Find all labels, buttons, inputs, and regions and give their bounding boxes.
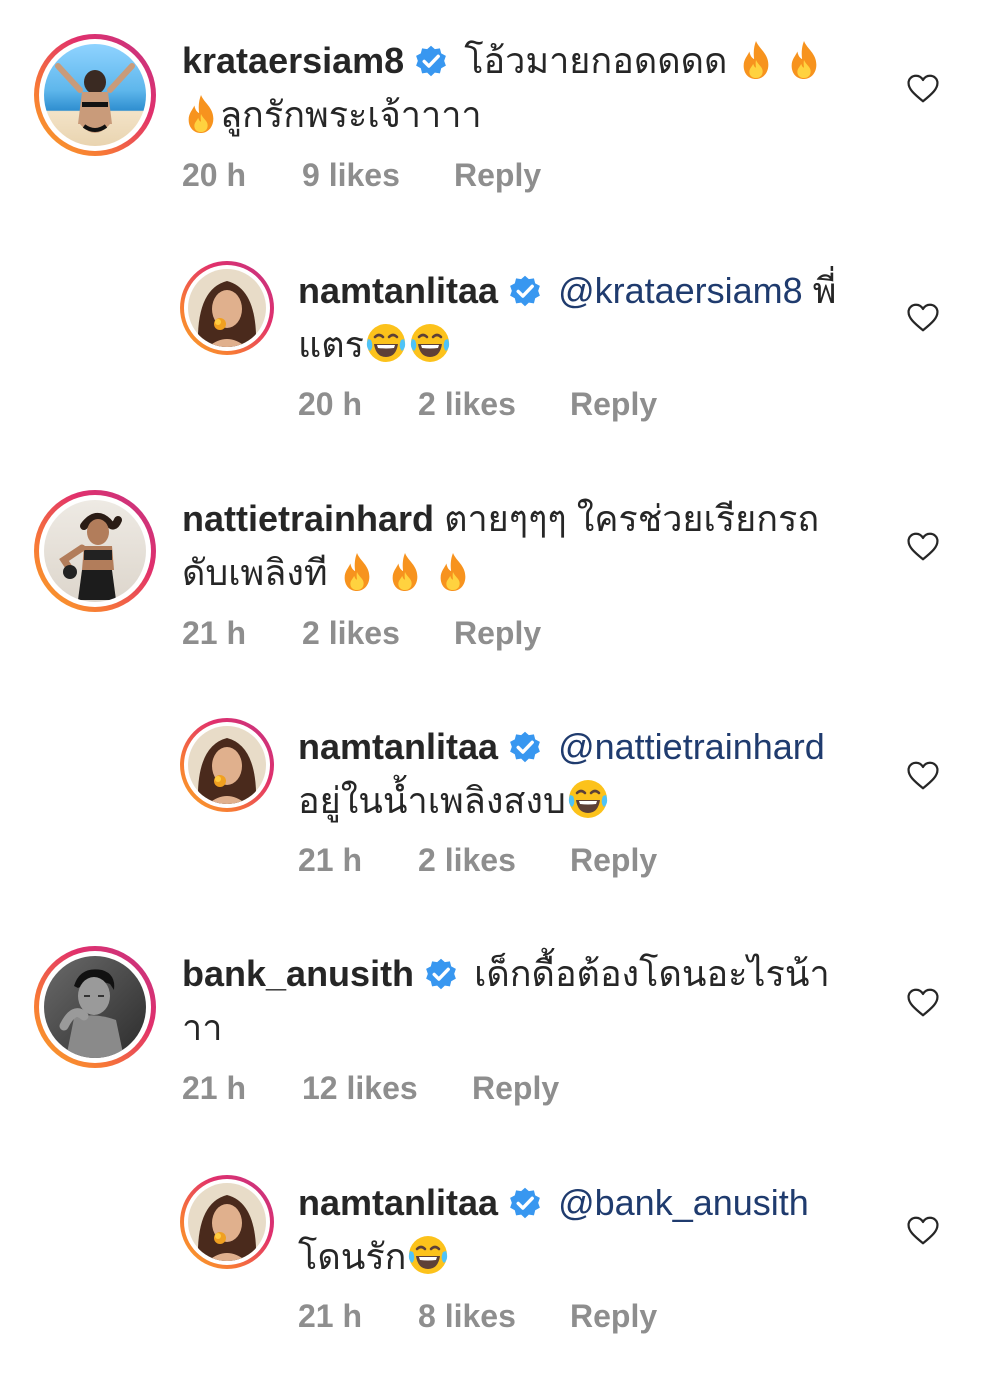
comment-body: namtanlitaa @bank_anusith โดนรัก	[298, 1176, 880, 1284]
reply-button[interactable]: Reply	[570, 386, 657, 423]
fire-emoji	[785, 39, 823, 81]
verified-badge-icon	[414, 44, 448, 78]
fire-emoji	[182, 93, 220, 135]
comment-text: าา	[182, 1007, 223, 1048]
reply-button[interactable]: Reply	[454, 157, 541, 194]
avatar[interactable]	[34, 490, 156, 612]
comment-item: namtanlitaa @krataersiam8 พี่ แตร 20 h 2 …	[0, 230, 1000, 455]
timestamp: 21 h	[182, 615, 247, 651]
comment-text: โอ้วมายกอดดดด	[464, 40, 728, 81]
heart-outline-icon[interactable]	[906, 987, 940, 1018]
avatar[interactable]	[180, 718, 274, 812]
laughing-emoji	[364, 321, 408, 365]
like-count[interactable]: 12 likes	[302, 1070, 472, 1107]
timestamp: 21 h	[298, 1298, 363, 1334]
timestamp: 21 h	[298, 842, 363, 878]
timestamp: 20 h	[182, 157, 247, 193]
username[interactable]: krataersiam8	[182, 40, 404, 81]
laughing-emoji	[406, 1233, 450, 1277]
avatar[interactable]	[34, 946, 156, 1068]
username[interactable]: nattietrainhard	[182, 498, 434, 539]
mention-link[interactable]: @nattietrainhard	[558, 726, 825, 767]
comment-text: แตร	[298, 324, 364, 365]
timestamp: 21 h	[182, 1070, 247, 1106]
like-count[interactable]: 8 likes	[418, 1298, 570, 1335]
like-count[interactable]: 2 likes	[302, 615, 454, 652]
avatar[interactable]	[34, 34, 156, 156]
like-count[interactable]: 2 likes	[418, 386, 570, 423]
username[interactable]: namtanlitaa	[298, 270, 498, 311]
comment-body: namtanlitaa @krataersiam8 พี่ แตร	[298, 264, 880, 372]
comment-meta: 21 h 12 likes Reply	[182, 1070, 559, 1107]
fire-emoji	[434, 551, 472, 593]
mention-link[interactable]: @krataersiam8	[558, 270, 803, 311]
comment-text: โดนรัก	[298, 1236, 407, 1277]
comment-meta: 21 h 2 likes Reply	[298, 842, 657, 879]
verified-badge-icon	[508, 274, 542, 308]
verified-badge-icon	[424, 957, 458, 991]
comment-body: nattietrainhard ตายๆๆๆ ใครช่วยเรียกรถ ดั…	[182, 492, 880, 600]
comment-item: krataersiam8 โอ้วมายกอดดดด ลูกรักพระเจ้า…	[0, 0, 1000, 225]
avatar[interactable]	[180, 1175, 274, 1269]
comment-text: อยู่ในน้ำเพลิงสงบ	[298, 780, 566, 821]
laughing-emoji	[408, 321, 452, 365]
comment-item: namtanlitaa @nattietrainhard อยู่ในน้ำเพ…	[0, 690, 1000, 915]
comment-meta: 21 h 8 likes Reply	[298, 1298, 657, 1335]
reply-button[interactable]: Reply	[454, 615, 541, 652]
timestamp: 20 h	[298, 386, 363, 422]
laughing-emoji	[566, 777, 610, 821]
comment-meta: 20 h 9 likes Reply	[182, 157, 541, 194]
comment-item: namtanlitaa @bank_anusith โดนรัก 21 h 8 l…	[0, 1150, 1000, 1373]
username[interactable]: namtanlitaa	[298, 726, 498, 767]
heart-outline-icon[interactable]	[906, 1215, 940, 1246]
mention-link[interactable]: @bank_anusith	[558, 1182, 809, 1223]
heart-outline-icon[interactable]	[906, 531, 940, 562]
comment-body: bank_anusith เด็กดื้อต้องโดนอะไรน้า าา	[182, 947, 880, 1055]
heart-outline-icon[interactable]	[906, 73, 940, 104]
reply-button[interactable]: Reply	[570, 842, 657, 879]
reply-button[interactable]: Reply	[570, 1298, 657, 1335]
username[interactable]: namtanlitaa	[298, 1182, 498, 1223]
comment-text: เด็กดื้อต้องโดนอะไรน้า	[474, 953, 830, 994]
comment-text: ลูกรักพระเจ้าาาา	[220, 94, 482, 135]
comment-text: พี่	[812, 270, 837, 311]
like-count[interactable]: 9 likes	[302, 157, 454, 194]
comment-meta: 20 h 2 likes Reply	[298, 386, 657, 423]
verified-badge-icon	[508, 1186, 542, 1220]
heart-outline-icon[interactable]	[906, 302, 940, 333]
comment-text: ดับเพลิงที	[182, 552, 328, 593]
like-count[interactable]: 2 likes	[418, 842, 570, 879]
username[interactable]: bank_anusith	[182, 953, 414, 994]
comment-meta: 21 h 2 likes Reply	[182, 615, 541, 652]
reply-button[interactable]: Reply	[472, 1070, 559, 1107]
heart-outline-icon[interactable]	[906, 760, 940, 791]
verified-badge-icon	[508, 730, 542, 764]
comment-item: nattietrainhard ตายๆๆๆ ใครช่วยเรียกรถ ดั…	[0, 460, 1000, 685]
avatar[interactable]	[180, 261, 274, 355]
comment-item: bank_anusith เด็กดื้อต้องโดนอะไรน้า าา 2…	[0, 920, 1000, 1145]
fire-emoji	[338, 551, 376, 593]
comment-body: krataersiam8 โอ้วมายกอดดดด ลูกรักพระเจ้า…	[182, 34, 880, 142]
fire-emoji	[737, 39, 775, 81]
comment-text: ตายๆๆๆ ใครช่วยเรียกรถ	[444, 498, 820, 539]
comment-body: namtanlitaa @nattietrainhard อยู่ในน้ำเพ…	[298, 720, 880, 828]
fire-emoji	[386, 551, 424, 593]
